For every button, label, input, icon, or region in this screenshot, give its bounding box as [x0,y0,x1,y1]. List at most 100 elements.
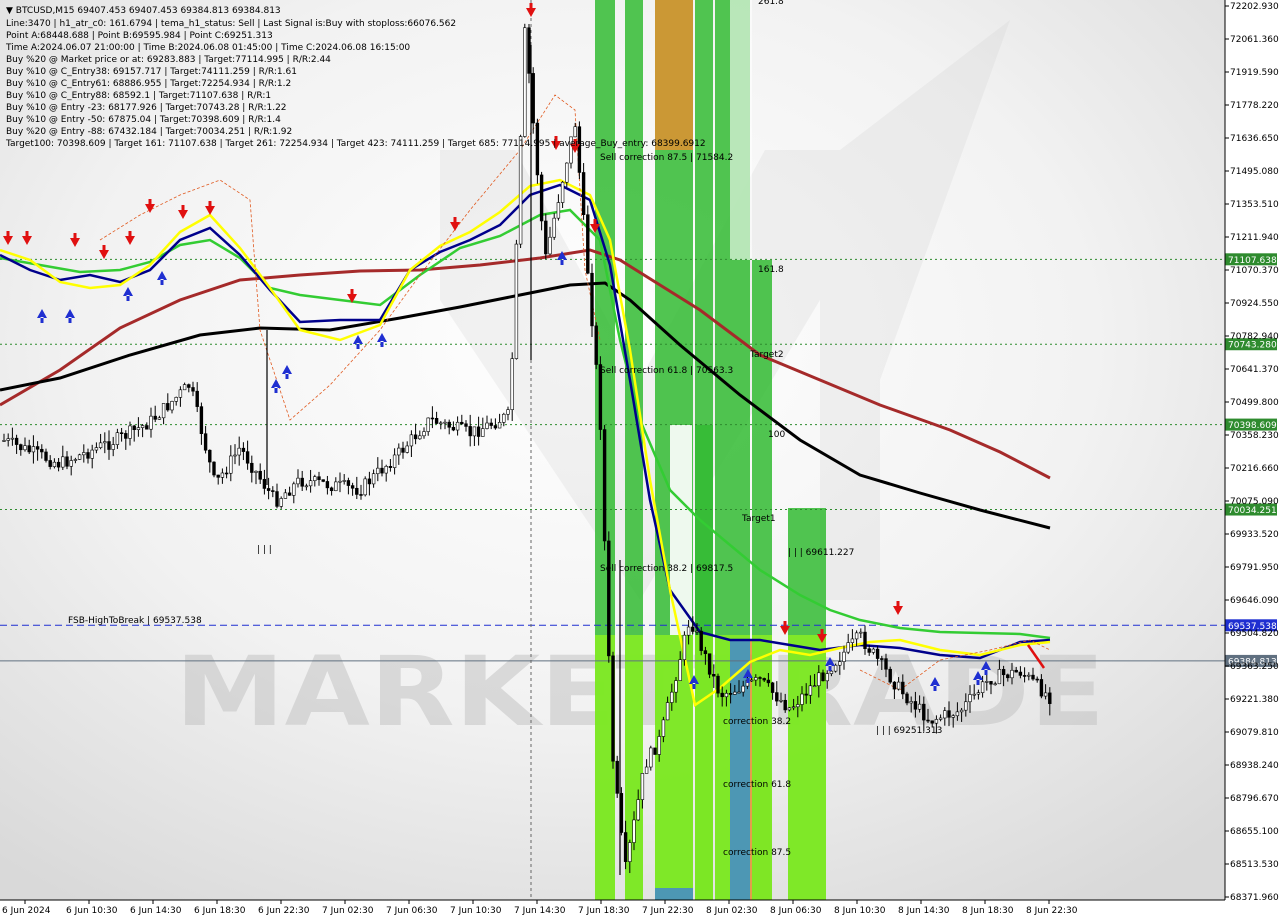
candle-body [838,661,842,666]
y-tick-label: 70075.090 [1230,497,1279,507]
candle-body [930,720,934,724]
x-tick-label: 7 Jun 10:30 [450,906,502,916]
candle-body [518,136,523,245]
candle-body [997,669,1002,685]
candle-body [556,202,561,219]
candle-body [31,446,36,453]
candle-body [670,691,674,703]
candle-body [44,451,48,461]
y-tick-label: 68371.960 [1230,893,1279,903]
candle-body [565,162,569,183]
candle-body [363,478,367,496]
candle-body [985,681,989,683]
candle-body [338,480,342,483]
candle-body [166,403,170,411]
info-line-3: Buy %20 @ Market price or at: 69283.883 … [6,55,331,65]
annotation-8: 261.8 [758,0,784,7]
candle-body [1039,679,1044,697]
y-tick-label: 71636.650 [1230,134,1279,144]
candle-body [502,413,506,423]
candle-body [241,447,246,452]
candle-body [262,478,267,489]
candle-body [321,479,325,482]
candle-body [77,454,82,460]
candle-body [775,692,779,702]
info-line-10: Target100: 70398.609 | Target 161: 71107… [5,139,706,149]
candle-body [476,426,481,437]
candle-body [1010,669,1014,679]
y-tick-label: 68938.240 [1230,761,1279,771]
candle-body [560,181,565,203]
candle-body [94,447,99,451]
candle-body [607,540,611,657]
candle-body [376,467,380,475]
candle-body [943,710,947,719]
candle-body [35,446,40,450]
candle-body [455,421,460,431]
candle-body [292,483,296,496]
candle-body [254,470,258,473]
x-tick-label: 8 Jun 10:30 [834,906,886,916]
candle-body [224,472,229,475]
annotation-11: correction 38.2 [723,717,791,727]
candle-body [707,653,712,675]
candle-body [888,668,892,683]
candle-body [73,459,78,461]
candle-body [909,701,913,704]
zone-7 [655,888,693,900]
candle-body [934,719,939,724]
candle-body [749,679,754,682]
candle-body [61,456,65,468]
candle-body [128,425,132,439]
x-tick-label: 8 Jun 22:30 [1026,906,1078,916]
candle-body [346,480,351,486]
y-tick-label: 71211.940 [1230,233,1279,243]
candle-body [804,693,808,696]
candle-body [52,461,57,467]
candle-body [896,681,901,690]
candle-body [86,452,90,459]
candle-body [762,678,766,681]
info-line-2: Time A:2024.06.07 21:00:00 | Time B:2024… [5,43,410,53]
x-tick-label: 8 Jun 06:30 [770,906,822,916]
candle-body [976,692,981,695]
candle-body [682,634,687,660]
candle-body [392,454,397,468]
candle-body [611,655,615,762]
candle-body [880,658,884,660]
candle-body [397,447,401,456]
candle-body [27,445,31,453]
candle-body [300,477,304,487]
candle-body [233,454,237,457]
candle-body [497,422,502,429]
candle-body [636,799,640,821]
candle-body [287,492,292,496]
candle-body [115,432,120,445]
candle-body [917,703,922,710]
candle-body [1027,674,1031,677]
candle-body [586,214,590,274]
candle-body [409,434,414,447]
y-tick-label: 69791.950 [1230,563,1279,573]
candle-body [581,172,586,216]
candle-body [594,325,598,365]
candle-body [859,631,863,634]
y-tick-label: 70641.370 [1230,365,1279,375]
candle-body [191,387,195,392]
candle-body [653,747,657,755]
candle-body [817,672,821,687]
candle-body [951,715,955,718]
candle-body [111,444,115,450]
candle-body [531,73,535,124]
y-tick-label: 68513.530 [1230,860,1279,870]
candle-body [355,487,359,495]
candle-body [199,406,204,434]
candle-body [674,680,678,693]
candle-body [695,630,699,633]
level-label-1: 70743.280 [1228,341,1277,351]
annotation-7: Target1 [741,514,776,524]
y-tick-label: 69646.090 [1230,596,1279,606]
candle-body [871,648,876,653]
candle-body [334,481,338,492]
candle-body [506,409,510,415]
